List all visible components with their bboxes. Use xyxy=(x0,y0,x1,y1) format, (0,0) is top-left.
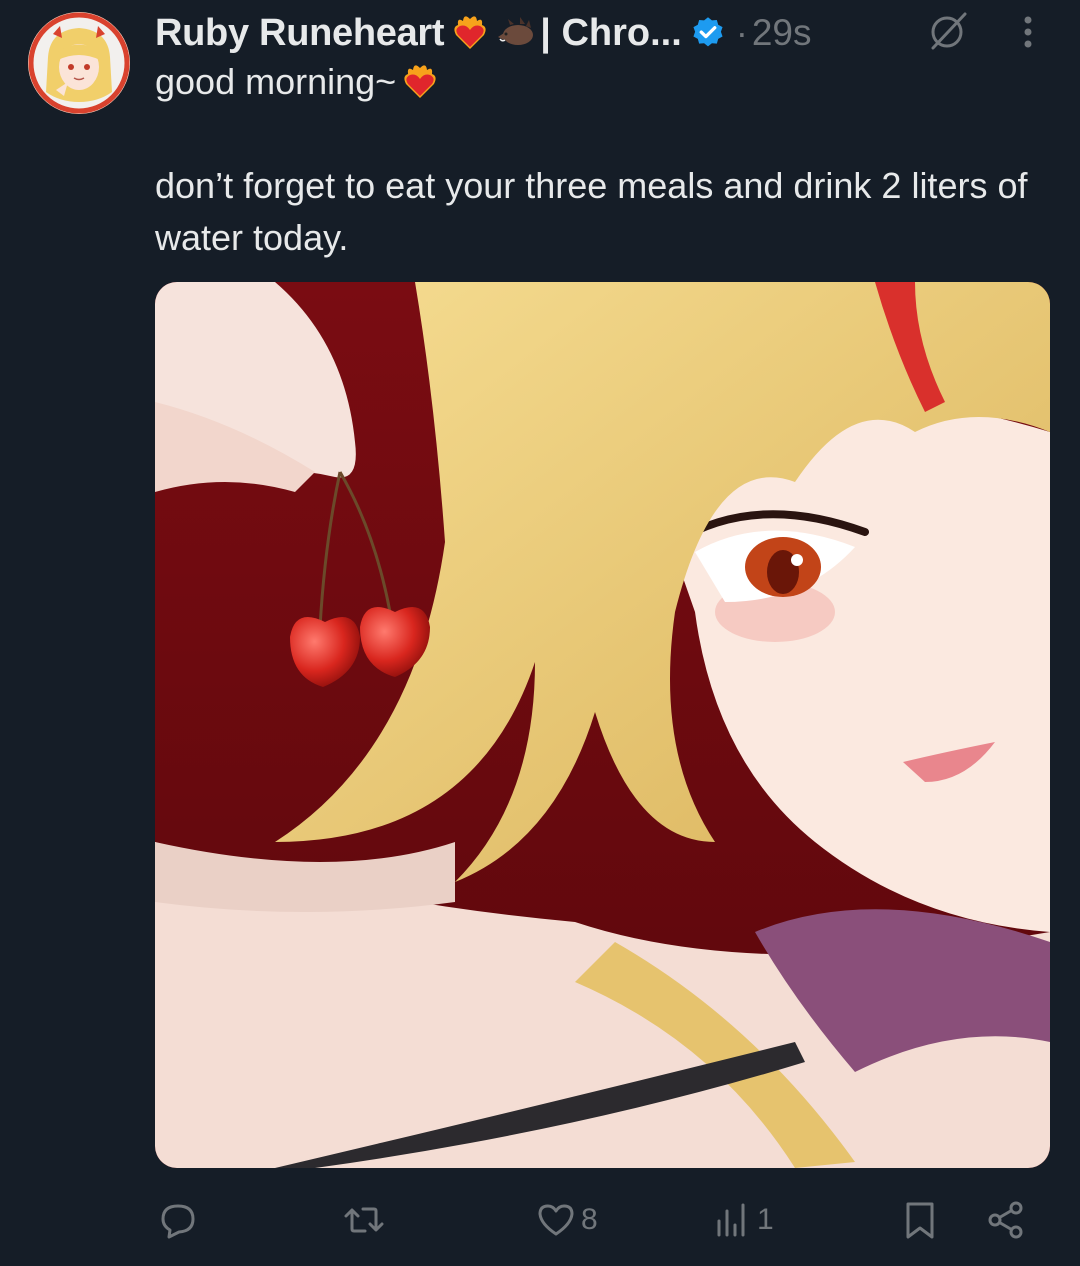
display-name[interactable]: Ruby Runeheart xyxy=(155,12,445,55)
separator-dot: · xyxy=(735,12,748,53)
retweet-button[interactable] xyxy=(343,1192,389,1248)
heart-on-fire-icon xyxy=(454,16,486,49)
illustration xyxy=(155,282,1050,1168)
display-name-suffix[interactable]: | Chro... xyxy=(540,12,682,55)
bookmark-button[interactable] xyxy=(899,1192,941,1248)
like-count: 8 xyxy=(581,1203,598,1236)
share-icon xyxy=(988,1201,1023,1239)
bookmark-icon xyxy=(906,1202,934,1239)
views-count: 1 xyxy=(757,1203,774,1236)
reply-icon xyxy=(161,1204,195,1239)
more-icon[interactable] xyxy=(1010,12,1046,52)
share-button[interactable] xyxy=(985,1192,1027,1248)
reply-button[interactable] xyxy=(157,1192,203,1248)
like-button[interactable]: 8 xyxy=(535,1192,598,1248)
tweet[interactable]: Ruby Runeheart | Chro... · 29s good morn… xyxy=(0,0,1080,1266)
grok-icon[interactable] xyxy=(925,8,971,54)
action-bar: 8 1 xyxy=(155,1192,1050,1248)
views-icon xyxy=(717,1203,745,1237)
avatar-image xyxy=(28,12,130,114)
boar-icon xyxy=(498,17,534,45)
tweet-text: good morning~ don’t forget to eat your t… xyxy=(155,56,1045,264)
like-icon xyxy=(538,1204,574,1236)
verified-badge-icon xyxy=(693,17,723,47)
views-button[interactable]: 1 xyxy=(711,1192,774,1248)
tweet-text-line-1: good morning~ xyxy=(155,56,1045,108)
retweet-icon xyxy=(344,1207,384,1233)
tweet-text-line-2: don’t forget to eat your three meals and… xyxy=(155,165,1028,258)
heart-on-fire-icon xyxy=(404,65,436,98)
tweet-media-image[interactable] xyxy=(155,282,1050,1168)
avatar[interactable] xyxy=(28,12,130,114)
timestamp[interactable]: 29s xyxy=(752,12,812,54)
